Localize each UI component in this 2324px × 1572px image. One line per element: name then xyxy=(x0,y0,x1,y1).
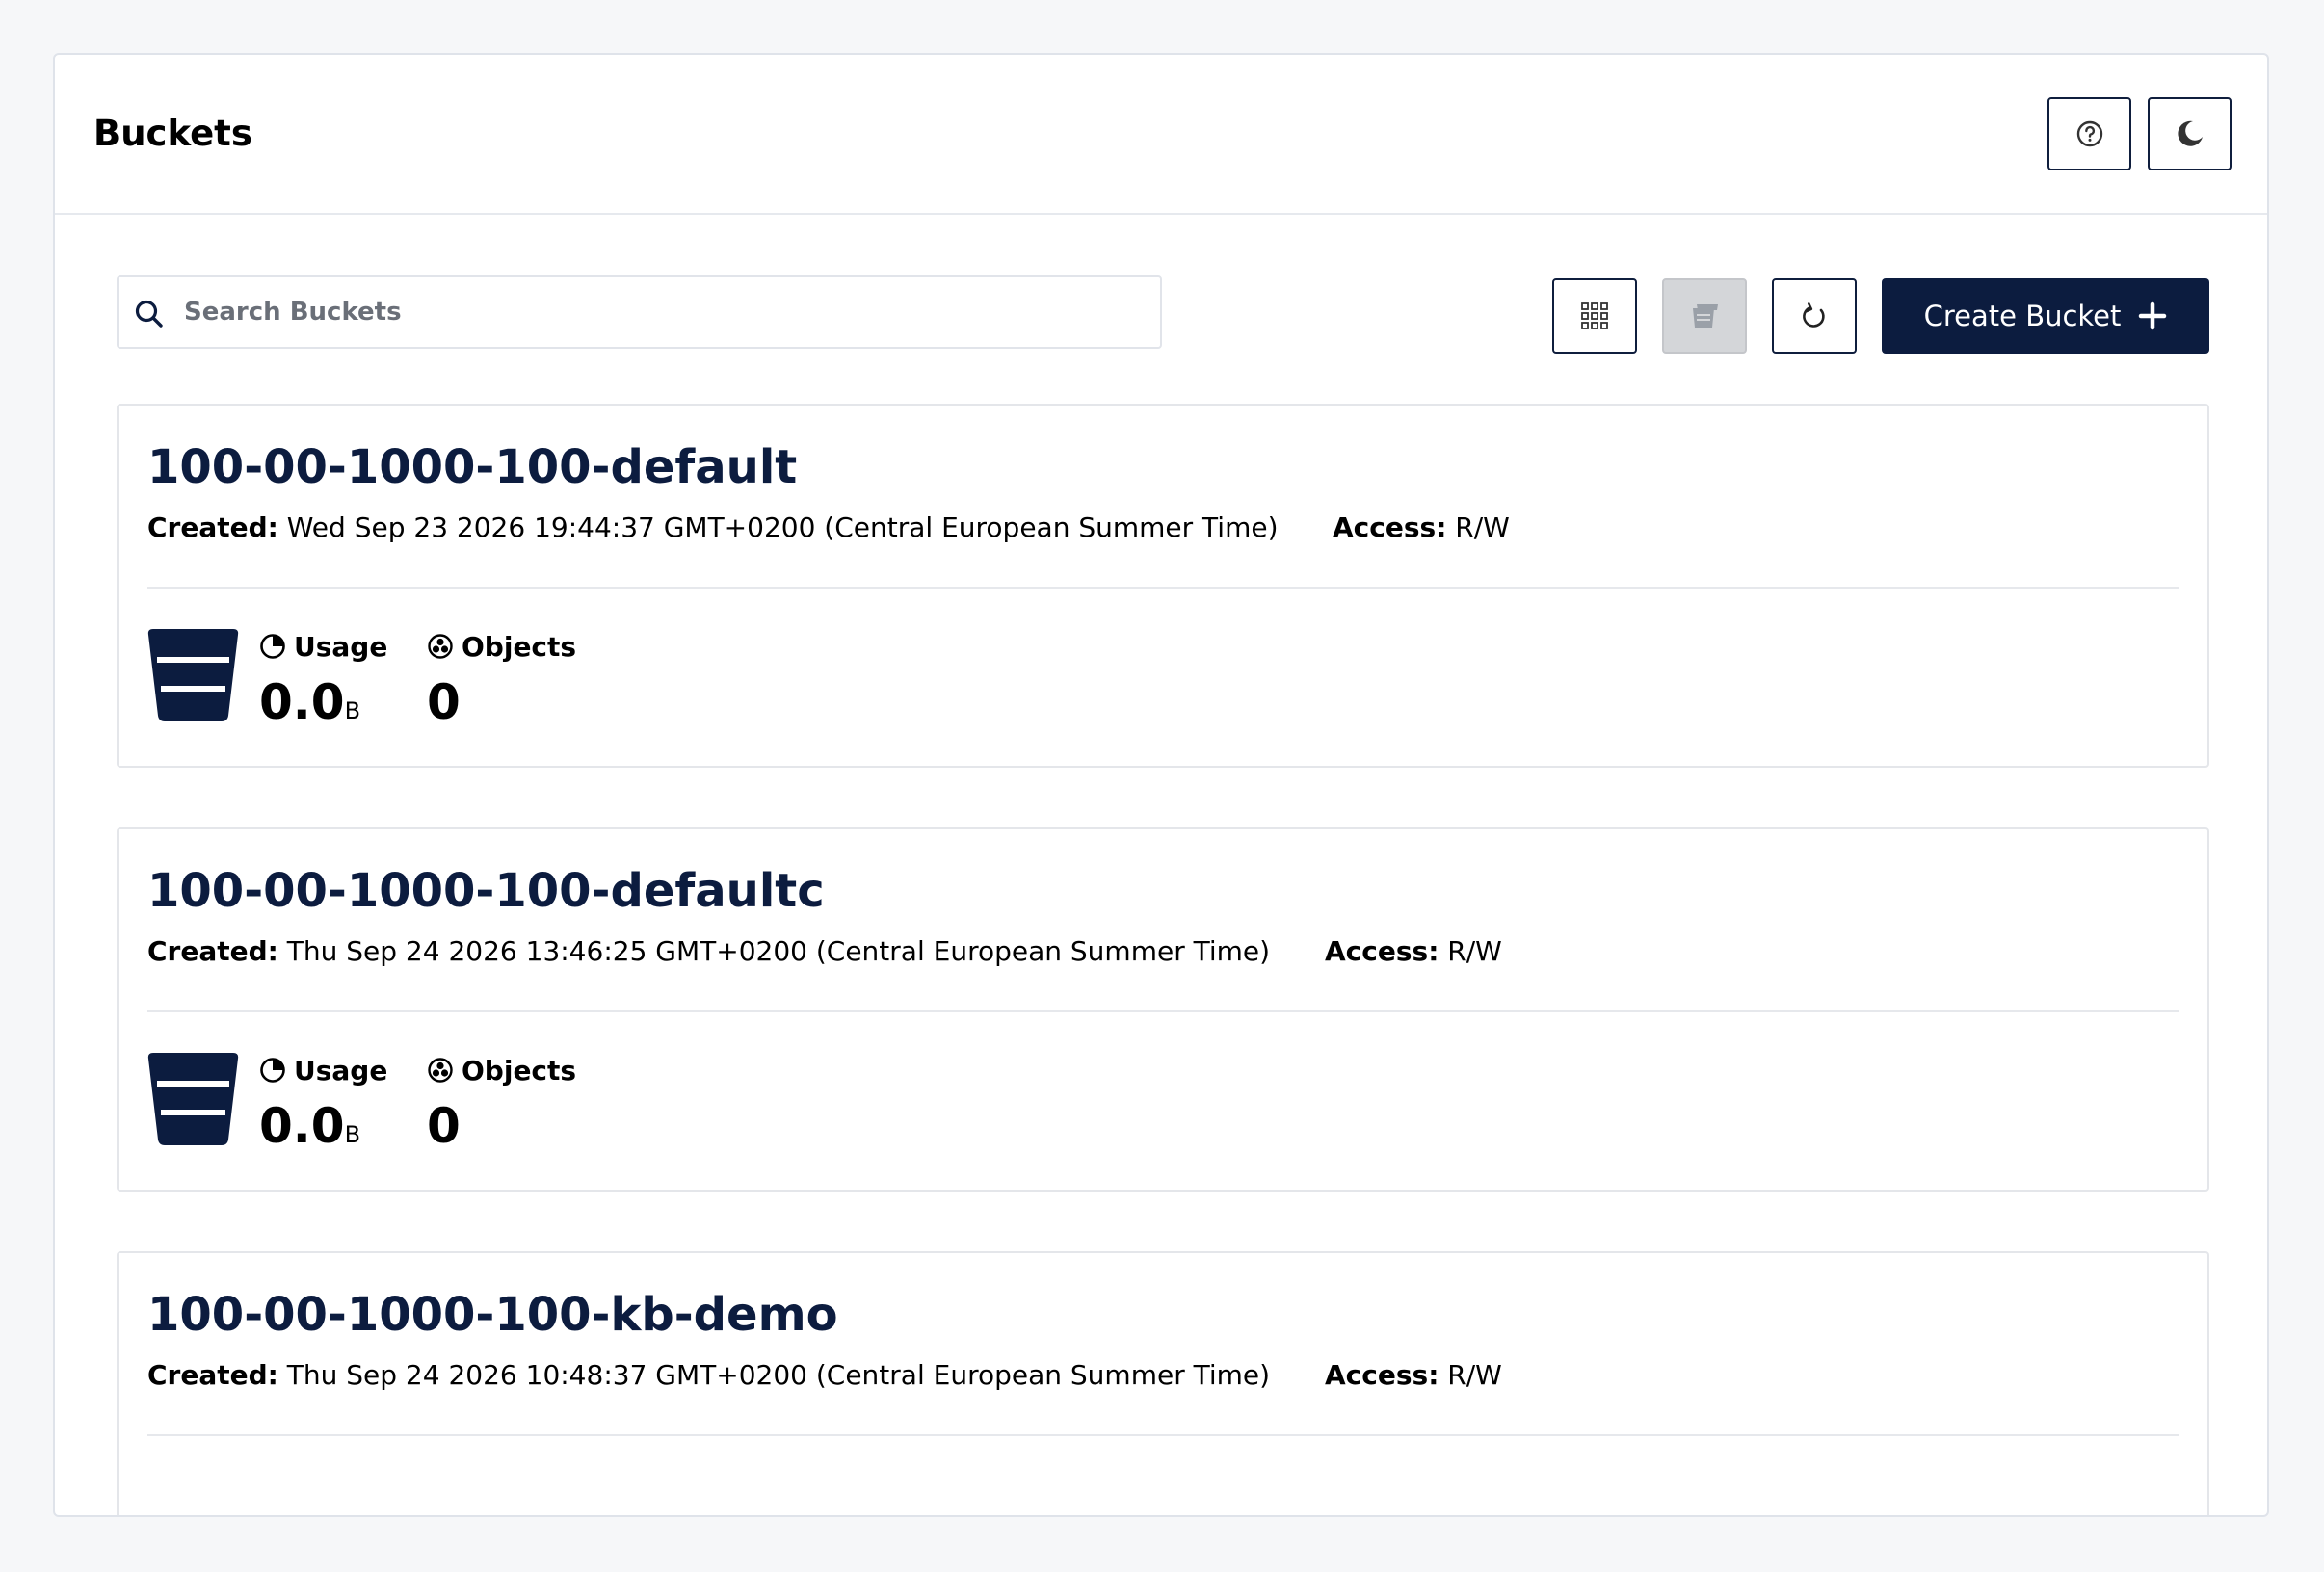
bucket-access: Access: R/W xyxy=(1333,511,1510,543)
list-view-icon xyxy=(1693,304,1718,328)
list-view-button[interactable] xyxy=(1662,278,1747,354)
objects-label-row: Objects xyxy=(427,629,576,664)
create-bucket-button[interactable]: Create Bucket xyxy=(1882,278,2209,354)
created-label: Created: xyxy=(147,935,278,967)
created-value: Wed Sep 23 2026 19:44:37 GMT+0200 (Centr… xyxy=(286,511,1279,543)
bucket-name[interactable]: 100-00-1000-100-defaultc xyxy=(147,864,825,918)
bucket-name[interactable]: 100-00-1000-100-default xyxy=(147,440,797,494)
objects-icon xyxy=(428,634,453,659)
created-value: Thu Sep 24 2026 13:46:25 GMT+0200 (Centr… xyxy=(286,935,1271,967)
bucket-name[interactable]: 100-00-1000-100-kb-demo xyxy=(147,1288,838,1342)
usage-pie-icon xyxy=(260,634,285,659)
bucket-icon xyxy=(147,1053,239,1145)
usage-number: 0.0 xyxy=(259,674,345,730)
help-circle-icon xyxy=(2076,120,2102,147)
grid-view-icon xyxy=(1581,302,1608,329)
refresh-icon xyxy=(1803,302,1825,328)
theme-toggle-button[interactable] xyxy=(2148,97,2232,170)
usage-label: Usage xyxy=(294,630,388,663)
refresh-button[interactable] xyxy=(1772,278,1857,354)
access-label: Access: xyxy=(1333,511,1447,543)
objects-value: 0 xyxy=(427,1098,461,1154)
bucket-created: Created: Thu Sep 24 2026 13:46:25 GMT+02… xyxy=(147,935,1270,967)
search-icon xyxy=(135,300,163,328)
objects-value: 0 xyxy=(427,674,461,730)
usage-value: 0.0B xyxy=(259,677,387,736)
objects-stat: Objects 0 xyxy=(427,629,576,730)
card-divider xyxy=(147,587,2179,589)
bucket-card[interactable]: 100-00-1000-100-kb-demo Created: Thu Sep… xyxy=(117,1251,2209,1515)
objects-label-row: Objects xyxy=(427,1053,576,1087)
usage-unit: B xyxy=(344,1121,361,1148)
card-divider xyxy=(147,1434,2179,1436)
usage-label-row: Usage xyxy=(259,1053,387,1087)
usage-pie-icon xyxy=(260,1058,285,1083)
objects-label: Objects xyxy=(462,1054,577,1087)
buckets-panel: Buckets Search Buckets Create Bucket 100… xyxy=(53,53,2269,1517)
usage-number: 0.0 xyxy=(259,1098,345,1154)
usage-unit: B xyxy=(344,697,361,724)
bucket-card[interactable]: 100-00-1000-100-default Created: Wed Sep… xyxy=(117,404,2209,768)
created-label: Created: xyxy=(147,511,278,543)
objects-icon xyxy=(428,1058,453,1083)
page-title: Buckets xyxy=(93,113,252,154)
usage-label-row: Usage xyxy=(259,629,387,664)
objects-stat: Objects 0 xyxy=(427,1053,576,1154)
bucket-icon xyxy=(147,629,239,721)
bucket-card[interactable]: 100-00-1000-100-defaultc Created: Thu Se… xyxy=(117,827,2209,1192)
panel-header: Buckets xyxy=(55,55,2267,215)
search-box[interactable] xyxy=(117,275,1162,349)
help-button[interactable] xyxy=(2047,97,2131,170)
bucket-access: Access: R/W xyxy=(1325,935,1502,967)
usage-value: 0.0B xyxy=(259,1101,387,1160)
bucket-created: Created: Wed Sep 23 2026 19:44:37 GMT+02… xyxy=(147,511,1279,543)
usage-label: Usage xyxy=(294,1054,388,1087)
create-bucket-label: Create Bucket xyxy=(1923,300,2122,332)
bucket-access: Access: R/W xyxy=(1325,1359,1502,1391)
access-value: R/W xyxy=(1455,511,1510,543)
plus-icon xyxy=(2139,301,2167,330)
created-value: Thu Sep 24 2026 10:48:37 GMT+0200 (Centr… xyxy=(286,1359,1271,1391)
access-value: R/W xyxy=(1447,935,1502,967)
search-input[interactable] xyxy=(184,277,1138,347)
bucket-created: Created: Thu Sep 24 2026 10:48:37 GMT+02… xyxy=(147,1359,1270,1391)
objects-label: Objects xyxy=(462,630,577,663)
created-label: Created: xyxy=(147,1359,278,1391)
access-value: R/W xyxy=(1447,1359,1502,1391)
card-divider xyxy=(147,1010,2179,1012)
moon-icon xyxy=(2177,120,2203,146)
usage-stat: Usage 0.0B xyxy=(259,1053,387,1160)
usage-stat: Usage 0.0B xyxy=(259,629,387,736)
access-label: Access: xyxy=(1325,1359,1439,1391)
grid-view-button[interactable] xyxy=(1552,278,1637,354)
access-label: Access: xyxy=(1325,935,1439,967)
